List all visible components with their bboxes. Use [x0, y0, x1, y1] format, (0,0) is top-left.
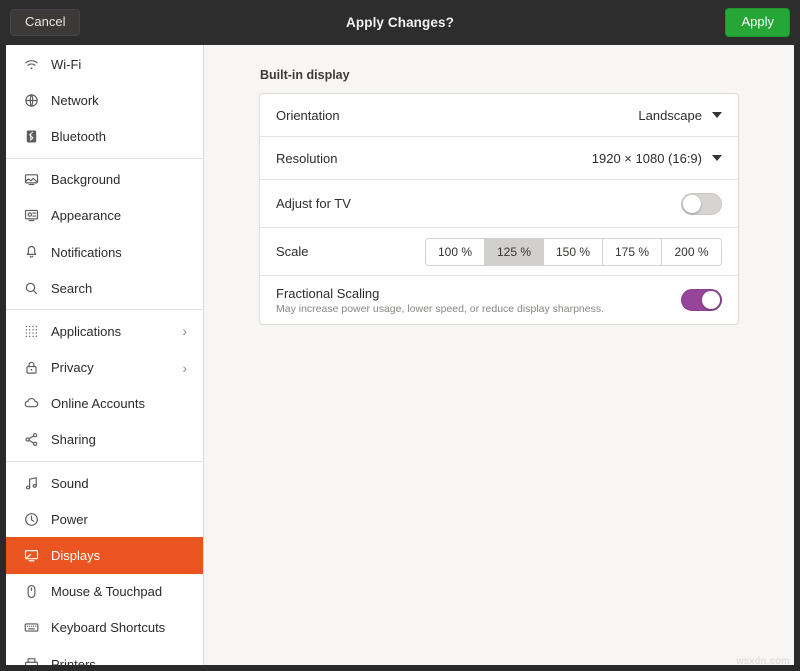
sidebar-item-label: Sound	[51, 476, 193, 491]
scale-option-100[interactable]: 100 %	[426, 239, 485, 265]
sidebar-item-label: Displays	[51, 548, 193, 563]
sidebar-item-label: Bluetooth	[51, 129, 193, 144]
display-icon	[20, 548, 42, 563]
sidebar-item-label: Online Accounts	[51, 396, 193, 411]
fractional-scaling-label: Fractional Scaling May increase power us…	[276, 286, 681, 315]
sidebar-item-wi-fi[interactable]: Wi-Fi	[6, 46, 203, 82]
search-icon	[20, 281, 42, 296]
scale-row: Scale 100 %125 %150 %175 %200 %	[260, 228, 738, 276]
sidebar-item-online-accounts[interactable]: Online Accounts	[6, 386, 203, 422]
page-title: Apply Changes?	[0, 15, 800, 30]
toggle-knob	[683, 195, 701, 213]
music-note-icon	[20, 476, 42, 491]
section-title: Built-in display	[260, 68, 739, 82]
sidebar-item-sound[interactable]: Sound	[6, 465, 203, 501]
chevron-right-icon: ›	[182, 361, 193, 375]
adjust-for-tv-toggle[interactable]	[681, 193, 722, 215]
sidebar-item-label: Network	[51, 93, 193, 108]
chevron-right-icon: ›	[182, 324, 193, 338]
sidebar-item-label: Keyboard Shortcuts	[51, 620, 193, 635]
sidebar-item-notifications[interactable]: Notifications	[6, 234, 203, 270]
background-icon	[20, 172, 42, 187]
scale-label: Scale	[276, 244, 425, 259]
mouse-icon	[20, 584, 42, 599]
sidebar-item-privacy[interactable]: Privacy›	[6, 350, 203, 386]
cancel-button[interactable]: Cancel	[10, 9, 80, 36]
fractional-scaling-row: Fractional Scaling May increase power us…	[260, 276, 738, 324]
share-icon	[20, 432, 42, 447]
sidebar-item-label: Privacy	[51, 360, 182, 375]
sidebar-item-label: Printers	[51, 657, 193, 665]
sidebar-item-appearance[interactable]: Appearance	[6, 198, 203, 234]
resolution-label: Resolution	[276, 151, 592, 166]
bluetooth-icon	[20, 129, 42, 144]
sidebar-item-applications[interactable]: Applications›	[6, 313, 203, 349]
sidebar-item-label: Notifications	[51, 245, 193, 260]
sidebar-item-mouse-touchpad[interactable]: Mouse & Touchpad	[6, 574, 203, 610]
printer-icon	[20, 657, 42, 665]
sidebar-item-network[interactable]: Network	[6, 82, 203, 118]
orientation-row[interactable]: Orientation Landscape	[260, 94, 738, 137]
window-body: Wi-Fi Network Bluetooth Background Appearanc…	[6, 45, 794, 665]
cloud-icon	[20, 396, 42, 411]
resolution-value: 1920 × 1080 (16:9)	[592, 151, 702, 166]
scale-segmented-control[interactable]: 100 %125 %150 %175 %200 %	[425, 238, 722, 266]
chevron-down-icon[interactable]	[712, 155, 722, 161]
sidebar-item-label: Wi-Fi	[51, 57, 193, 72]
sidebar-item-power[interactable]: Power	[6, 501, 203, 537]
fractional-scaling-description: May increase power usage, lower speed, o…	[276, 303, 681, 315]
scale-option-175[interactable]: 175 %	[603, 239, 662, 265]
sidebar-item-displays[interactable]: Displays	[6, 537, 203, 573]
sidebar-item-printers[interactable]: Printers	[6, 646, 203, 665]
sidebar-item-label: Applications	[51, 324, 182, 339]
sidebar-item-sharing[interactable]: Sharing	[6, 422, 203, 458]
power-icon	[20, 512, 42, 527]
sidebar-item-label: Mouse & Touchpad	[51, 584, 193, 599]
keyboard-icon	[20, 620, 42, 635]
sidebar-separator	[6, 158, 203, 159]
sidebar-item-label: Power	[51, 512, 193, 527]
sidebar-item-label: Background	[51, 172, 193, 187]
main-panel: Built-in display Orientation Landscape R…	[204, 45, 794, 665]
orientation-value: Landscape	[638, 108, 702, 123]
fractional-scaling-title: Fractional Scaling	[276, 286, 379, 301]
network-icon	[20, 93, 42, 108]
sidebar-separator	[6, 461, 203, 462]
sidebar-item-label: Search	[51, 281, 193, 296]
resolution-row[interactable]: Resolution 1920 × 1080 (16:9)	[260, 137, 738, 180]
sidebar: Wi-Fi Network Bluetooth Background Appearanc…	[6, 45, 204, 665]
sidebar-item-search[interactable]: Search	[6, 270, 203, 306]
scale-option-125[interactable]: 125 %	[485, 239, 544, 265]
titlebar: Cancel Apply Changes? Apply	[0, 0, 800, 45]
sidebar-separator	[6, 309, 203, 310]
apply-button[interactable]: Apply	[725, 8, 790, 37]
sidebar-item-bluetooth[interactable]: Bluetooth	[6, 118, 203, 154]
lock-icon	[20, 360, 42, 375]
adjust-for-tv-label: Adjust for TV	[276, 196, 681, 211]
sidebar-item-keyboard-shortcuts[interactable]: Keyboard Shortcuts	[6, 610, 203, 646]
toggle-knob	[702, 291, 720, 309]
sidebar-item-label: Sharing	[51, 432, 193, 447]
scale-option-150[interactable]: 150 %	[544, 239, 603, 265]
orientation-label: Orientation	[276, 108, 638, 123]
wifi-icon	[20, 57, 42, 72]
sidebar-item-background[interactable]: Background	[6, 162, 203, 198]
scale-option-200[interactable]: 200 %	[662, 239, 721, 265]
chevron-down-icon[interactable]	[712, 112, 722, 118]
fractional-scaling-toggle[interactable]	[681, 289, 722, 311]
grid-icon	[20, 324, 42, 339]
bell-icon	[20, 245, 42, 260]
adjust-for-tv-row: Adjust for TV	[260, 180, 738, 228]
sidebar-item-label: Appearance	[51, 208, 193, 223]
settings-window: Cancel Apply Changes? Apply Wi-Fi Network…	[0, 0, 800, 671]
display-settings-card: Orientation Landscape Resolution 1920 × …	[259, 93, 739, 325]
appearance-icon	[20, 208, 42, 223]
